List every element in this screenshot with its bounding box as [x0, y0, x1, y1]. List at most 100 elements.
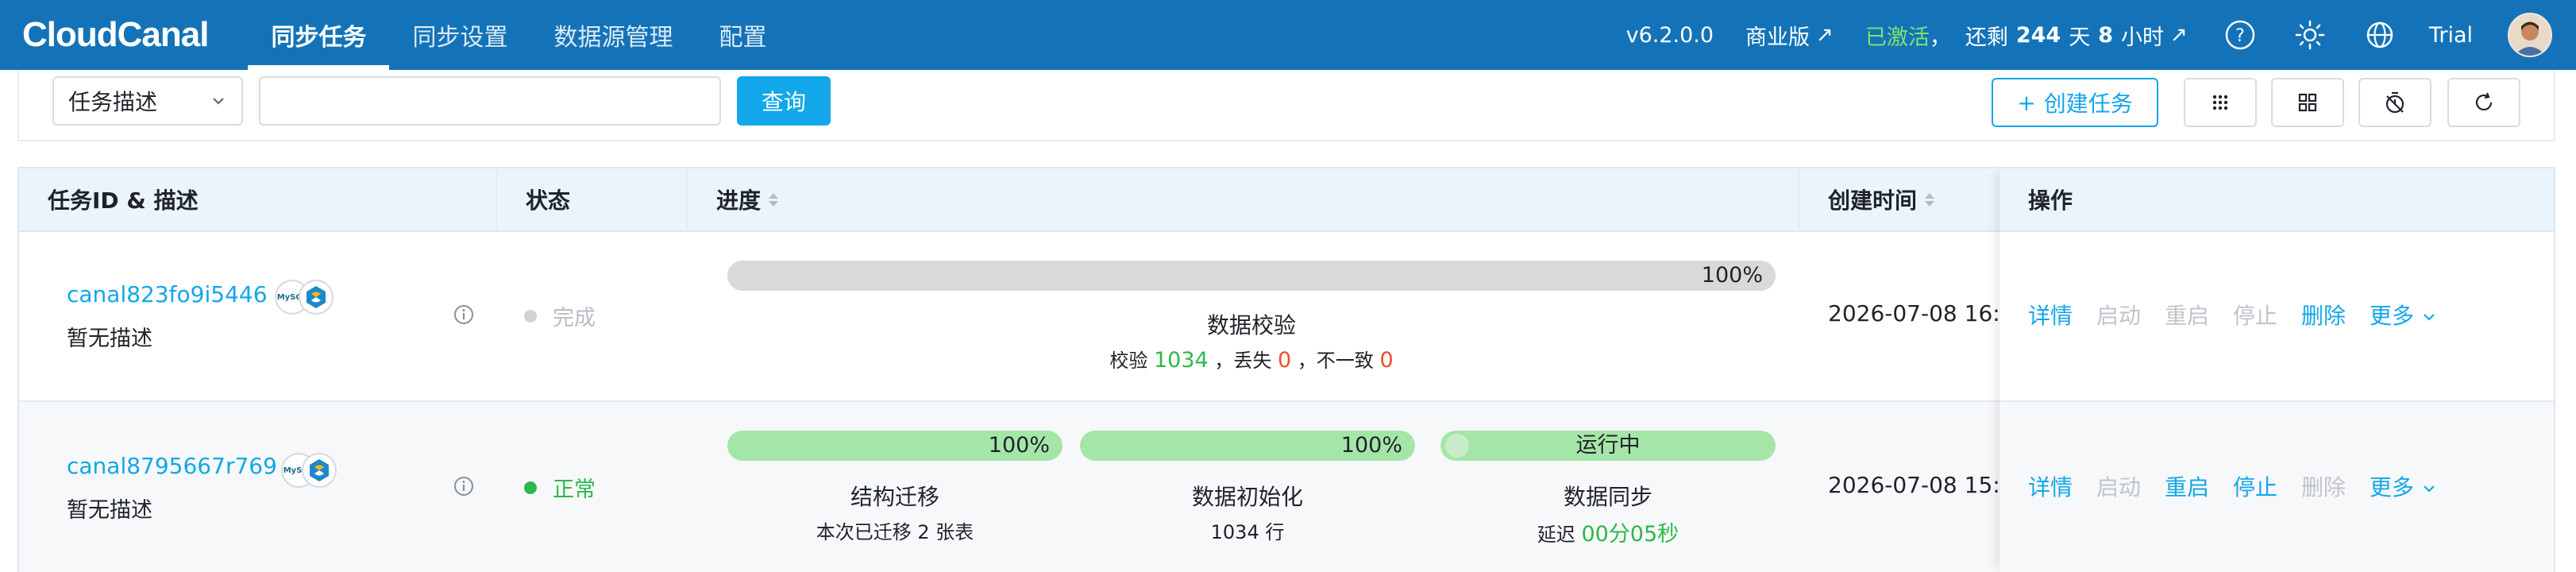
version-label: v6.2.0.0 [1625, 22, 1714, 48]
start-button[interactable]: 启动 [2096, 470, 2141, 502]
delete-button[interactable]: 删除 [2301, 299, 2346, 330]
stop-button[interactable]: 停止 [2233, 470, 2277, 502]
query-button[interactable]: 查询 [737, 76, 831, 126]
license-status[interactable]: 已激活 ， 还剩 244 天 8 小时 ↗ [1865, 20, 2188, 51]
status-badge: 完成 [524, 300, 596, 331]
chevron-down-icon [2424, 314, 2435, 321]
diff-prefix: ，不一致 [1297, 350, 1374, 372]
stage-title: 数据初始化 [1191, 484, 1303, 510]
lost-count: 0 [1277, 348, 1292, 373]
sun-icon [2295, 20, 2325, 50]
external-arrow-icon: ↗ [1816, 23, 1834, 47]
create-task-label: 创建任务 [2043, 91, 2133, 117]
task-description: 暂无描述 [67, 327, 152, 351]
logo[interactable]: CloudCanal [22, 0, 209, 70]
svg-text:?: ? [2235, 26, 2245, 46]
stage-subtitle: 1034 行 [1210, 521, 1285, 543]
header-right: v6.2.0.0 商业版 ↗ 已激活 ， 还剩 244 天 8 小时 ↗ ? T… [1595, 0, 2576, 70]
stage-title: 数据同步 [1563, 484, 1652, 510]
data-initialization-bar: 100% [1080, 431, 1415, 461]
info-circle-icon[interactable] [453, 303, 475, 326]
refresh-button[interactable] [2447, 78, 2520, 127]
sort-icon [1925, 192, 1935, 207]
help-button[interactable]: ? [2223, 17, 2258, 52]
grid-dots-icon [2212, 95, 2228, 110]
more-label: 更多 [2370, 303, 2415, 329]
datasource-icons: MySQL [275, 280, 338, 318]
timer-button[interactable] [2358, 78, 2431, 127]
task-id-link[interactable]: canal823fo9i5446 [67, 281, 268, 307]
ops-row: 详情 启动 重启 停止 删除 更多 [1999, 232, 2554, 402]
edition-link[interactable]: 商业版 ↗ [1745, 20, 1834, 51]
remain-days-unit: 天 [2069, 25, 2091, 50]
status-dot [524, 309, 537, 323]
progress-bar: 100% [727, 261, 1776, 291]
main-nav: 同步任务 同步设置 数据源管理 配置 [248, 0, 789, 70]
start-button[interactable]: 启动 [2096, 299, 2141, 330]
filter-bar: 任务描述 查询 + 创建任务 [17, 70, 2555, 141]
top-header: CloudCanal 同步任务 同步设置 数据源管理 配置 v6.2.0.0 商… [0, 0, 2576, 70]
question-circle-icon: ? [2225, 20, 2255, 50]
progress-label: 100% [988, 433, 1050, 458]
language-button[interactable] [2362, 17, 2397, 52]
operations-column: 操作 详情 启动 重启 停止 删除 更多 详情 启动 重启 停止 删除 更多 [1999, 168, 2554, 572]
column-header-created[interactable]: 创建时间 [1828, 168, 1935, 230]
check-prefix: 校验 [1109, 350, 1148, 372]
progress-label: 100% [1340, 433, 1402, 458]
nav-datasource-management[interactable]: 数据源管理 [530, 0, 696, 70]
timer-icon [2385, 91, 2404, 114]
task-description: 暂无描述 [67, 498, 152, 523]
diff-count: 0 [1379, 348, 1394, 373]
external-arrow-icon: ↗ [2170, 23, 2188, 47]
nav-sync-tasks[interactable]: 同步任务 [248, 0, 390, 70]
user-name[interactable]: Trial [2429, 23, 2473, 48]
globe-icon [2366, 21, 2393, 48]
progress-label: 运行中 [1575, 433, 1641, 458]
column-header-task: 任务ID & 描述 [48, 187, 199, 214]
status-badge: 正常 [524, 472, 596, 503]
delete-button[interactable]: 删除 [2301, 470, 2346, 502]
layout-button[interactable] [2271, 78, 2344, 127]
detail-button[interactable]: 详情 [2028, 299, 2073, 330]
column-header-progress[interactable]: 进度 [716, 168, 779, 230]
avatar[interactable] [2508, 13, 2552, 57]
status-label: 正常 [553, 477, 596, 502]
restart-button[interactable]: 重启 [2165, 299, 2209, 330]
status-dot [524, 481, 537, 494]
info-circle-icon[interactable] [453, 475, 475, 497]
more-button[interactable]: 更多 [2370, 299, 2437, 330]
chevron-down-icon [2424, 485, 2435, 493]
detail-button[interactable]: 详情 [2028, 470, 2073, 502]
progress-fill [727, 261, 1776, 291]
stage-subtitle: 延迟 00分05秒 [1440, 516, 1776, 547]
edition-label: 商业版 [1745, 25, 1811, 50]
avatar-image [2514, 21, 2546, 56]
column-header-ops: 操作 [2028, 187, 2073, 214]
progress-label: 100% [1701, 263, 1763, 288]
column-header-status: 状态 [526, 187, 571, 214]
create-task-button[interactable]: + 创建任务 [1992, 78, 2158, 127]
nav-config[interactable]: 配置 [696, 0, 789, 70]
sort-icon [769, 192, 779, 207]
chevron-down-icon [213, 98, 224, 105]
search-input[interactable] [259, 76, 721, 126]
task-id-link[interactable]: canal8795667r769 [67, 453, 277, 479]
created-time: 2026-07-08 15:5 [1828, 472, 2015, 498]
restart-button[interactable]: 重启 [2165, 470, 2209, 502]
remain-hours: 8 [2098, 22, 2114, 48]
sequoia-icon [302, 453, 337, 488]
delay-value: 00分05秒 [1581, 522, 1679, 547]
lost-prefix: ，丢失 [1214, 350, 1272, 372]
stage-subtitle: 本次已迁移 2 张表 [816, 521, 974, 543]
stop-button[interactable]: 停止 [2233, 299, 2277, 330]
filter-field-select[interactable]: 任务描述 [52, 76, 243, 126]
theme-button[interactable] [2293, 17, 2327, 52]
nav-sync-settings[interactable]: 同步设置 [389, 0, 530, 70]
filter-field-value: 任务描述 [68, 89, 158, 115]
grid-view-button[interactable] [2184, 78, 2257, 127]
more-button[interactable]: 更多 [2370, 470, 2437, 502]
activated-label: 已激活 [1865, 25, 1930, 50]
refresh-icon [2475, 92, 2493, 111]
remain-days: 244 [2015, 22, 2061, 48]
structure-migration-bar: 100% [727, 431, 1062, 461]
